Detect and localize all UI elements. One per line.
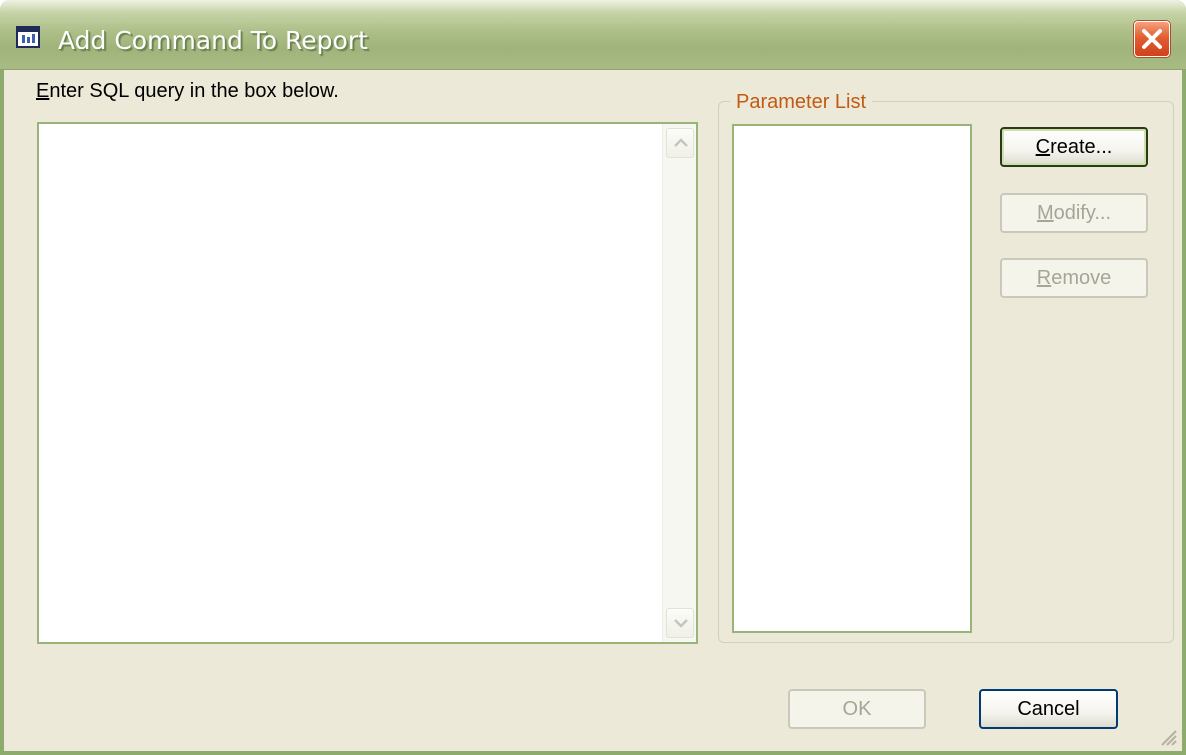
sql-query-label: Enter SQL query in the box below. <box>36 80 339 102</box>
modify-parameter-button[interactable]: Modify... <box>1000 193 1148 233</box>
resize-grip-icon[interactable] <box>1156 725 1178 747</box>
create-parameter-button[interactable]: Create... <box>1000 127 1148 167</box>
sql-vertical-scrollbar[interactable] <box>662 124 696 642</box>
add-command-dialog: Add Command To Report Enter SQL query in… <box>0 0 1186 755</box>
scroll-up-button[interactable] <box>666 128 694 158</box>
remove-parameter-button[interactable]: Remove <box>1000 258 1148 298</box>
parameter-listbox[interactable] <box>732 124 972 633</box>
cancel-button[interactable]: Cancel <box>979 689 1118 729</box>
close-icon <box>1142 29 1162 49</box>
close-button[interactable] <box>1134 21 1170 57</box>
title-bar[interactable]: Add Command To Report <box>0 0 1186 70</box>
ok-button[interactable]: OK <box>788 689 926 729</box>
sql-query-textarea[interactable] <box>37 122 698 644</box>
parameter-list-label: Parameter List <box>730 91 873 114</box>
window-title: Add Command To Report <box>58 26 368 55</box>
chevron-down-icon <box>674 619 688 628</box>
report-icon <box>16 26 40 48</box>
chevron-up-icon <box>674 138 688 147</box>
scroll-down-button[interactable] <box>666 608 694 638</box>
